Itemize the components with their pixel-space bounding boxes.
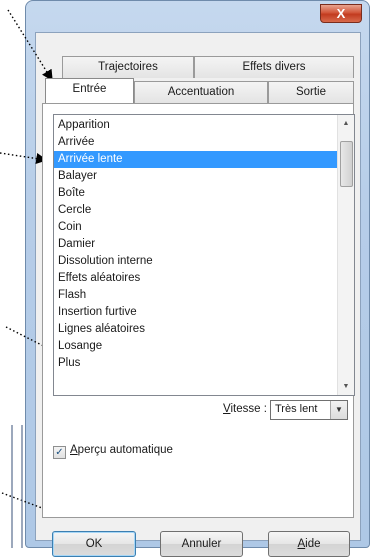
list-item[interactable]: Dissolution interne	[54, 253, 337, 270]
list-item[interactable]: Losange	[54, 338, 337, 355]
ok-button[interactable]: OK	[52, 531, 136, 557]
ok-label: OK	[85, 538, 103, 550]
help-label-text: ide	[305, 538, 321, 550]
tab-sortie[interactable]: Sortie	[268, 81, 354, 103]
list-item[interactable]: Plus	[54, 355, 337, 372]
dialog-body: Trajectoires Effets divers Entrée Accent…	[35, 32, 361, 557]
speed-label: Vitesse :	[223, 403, 267, 415]
effects-listbox[interactable]: Apparition Arrivée Arrivée lente Balayer…	[53, 114, 355, 396]
list-item[interactable]: Flash	[54, 287, 337, 304]
tab-label: Trajectoires	[98, 61, 158, 73]
check-icon: ✓	[55, 447, 64, 458]
tab-accentuation[interactable]: Accentuation	[134, 81, 268, 103]
chevron-up-icon[interactable]: ▲	[338, 115, 354, 132]
list-item[interactable]: Lignes aléatoires	[54, 321, 337, 338]
effects-list: Apparition Arrivée Arrivée lente Balayer…	[54, 115, 337, 395]
tab-label: Entrée	[72, 83, 107, 95]
dialog-window: X Trajectoires Effets divers Entrée Acce…	[25, 0, 370, 557]
tab-label: Accentuation	[167, 86, 235, 98]
tab-trajectoires[interactable]: Trajectoires	[62, 56, 194, 78]
tab-entree[interactable]: Entrée	[45, 78, 134, 103]
list-scrollbar[interactable]: ▲ ▼	[337, 115, 354, 395]
tab-effets-divers[interactable]: Effets divers	[194, 56, 354, 78]
list-item[interactable]: Cercle	[54, 202, 337, 219]
auto-preview-checkbox[interactable]: ✓	[53, 446, 66, 459]
list-item-selected[interactable]: Arrivée lente	[54, 151, 337, 168]
help-button[interactable]: Aide	[268, 531, 350, 557]
auto-preview-label[interactable]: Aperçu automatique	[70, 444, 173, 456]
chevron-down-icon[interactable]: ▼	[338, 378, 354, 395]
close-icon: X	[336, 6, 346, 21]
close-button[interactable]: X	[320, 4, 362, 23]
speed-label-text: itesse :	[230, 403, 267, 415]
list-item[interactable]: Effets aléatoires	[54, 270, 337, 287]
cancel-label: Annuler	[181, 538, 222, 550]
list-item[interactable]: Insertion furtive	[54, 304, 337, 321]
tab-label: Sortie	[295, 86, 327, 98]
speed-dropdown[interactable]: Très lent ▼	[270, 400, 348, 420]
preview-label-text: perçu automatique	[77, 444, 173, 456]
list-item[interactable]: Coin	[54, 219, 337, 236]
list-item[interactable]: Boîte	[54, 185, 337, 202]
scrollbar-thumb[interactable]	[340, 141, 353, 187]
tab-label: Effets divers	[242, 61, 306, 73]
tab-panel-entree: Apparition Arrivée Arrivée lente Balayer…	[42, 103, 355, 518]
list-item[interactable]: Apparition	[54, 117, 337, 134]
chevron-down-icon[interactable]: ▼	[330, 401, 347, 419]
list-item[interactable]: Damier	[54, 236, 337, 253]
help-label-accel: A	[297, 538, 306, 550]
speed-value: Très lent	[275, 403, 318, 415]
cancel-button[interactable]: Annuler	[160, 531, 243, 557]
list-item[interactable]: Arrivée	[54, 134, 337, 151]
list-item[interactable]: Balayer	[54, 168, 337, 185]
preview-label-accel: A	[70, 444, 78, 456]
